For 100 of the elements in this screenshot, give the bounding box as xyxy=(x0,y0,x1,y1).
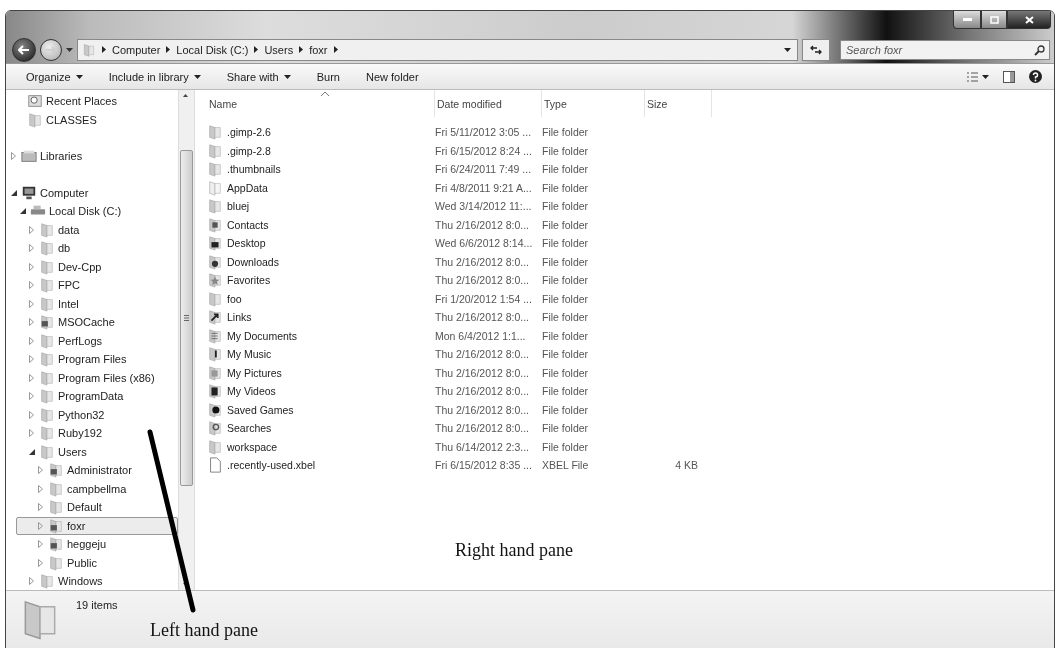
view-options-icon[interactable] xyxy=(967,71,989,82)
tree-item[interactable]: Intel xyxy=(6,294,178,313)
tree-item[interactable]: FPC xyxy=(6,276,178,295)
close-button[interactable] xyxy=(1007,11,1051,29)
file-name[interactable]: My Videos xyxy=(207,382,435,401)
tree-item[interactable]: Default xyxy=(6,498,178,517)
tree-item[interactable]: Computer xyxy=(6,183,178,202)
table-cell-text: Thu 2/16/2012 8:0... xyxy=(435,402,530,418)
file-name[interactable]: AppData xyxy=(207,178,435,197)
tree-item[interactable]: campbellma xyxy=(6,479,178,498)
tree-item[interactable]: CLASSES xyxy=(6,110,178,129)
tree-item[interactable]: db xyxy=(6,239,178,258)
folder-icon xyxy=(39,351,55,368)
toolbar-button[interactable]: Share with xyxy=(226,70,291,83)
collapsed-arrow-icon[interactable] xyxy=(11,152,16,161)
tree-item[interactable]: MSOCache xyxy=(6,313,178,332)
expanded-arrow-icon[interactable] xyxy=(10,189,17,196)
column-header[interactable]: Date modified xyxy=(435,90,542,117)
file-name[interactable]: .gimp-2.8 xyxy=(207,141,435,160)
collapsed-arrow-icon[interactable] xyxy=(29,429,34,438)
file-name[interactable]: foo xyxy=(207,289,435,308)
breadcrumb-arrow-icon[interactable] xyxy=(299,46,304,53)
table-cell-text: File folder xyxy=(542,421,590,437)
refresh-button[interactable] xyxy=(802,38,830,61)
file-name[interactable]: Contacts xyxy=(207,215,435,234)
file-name[interactable]: Desktop xyxy=(207,234,435,253)
tree-item[interactable]: heggeju xyxy=(6,535,178,554)
file-name[interactable]: Saved Games xyxy=(207,400,435,419)
file-name[interactable]: Links xyxy=(207,308,435,327)
file-name[interactable]: Favorites xyxy=(207,271,435,290)
breadcrumb[interactable]: Users xyxy=(264,43,294,56)
maximize-button[interactable] xyxy=(981,11,1007,29)
breadcrumb[interactable]: Computer xyxy=(112,43,161,56)
file-name[interactable]: .recently-used.xbel xyxy=(207,456,435,475)
collapsed-arrow-icon[interactable] xyxy=(29,577,34,586)
table-cell-text: File folder xyxy=(542,384,590,400)
table-cell-text: Fri 6/15/2012 8:24 ... xyxy=(435,143,533,159)
breadcrumb-arrow-icon[interactable] xyxy=(333,46,338,53)
table-cell-text: XBEL File xyxy=(542,458,590,474)
tree-item[interactable]: Administrator xyxy=(6,461,178,480)
tree-item[interactable]: Recent Places xyxy=(6,92,178,111)
tree-item[interactable]: Dev-Cpp xyxy=(6,257,178,276)
tree-item[interactable]: Ruby192 xyxy=(6,424,178,443)
tree-item[interactable]: Python32 xyxy=(6,405,178,424)
column-header[interactable]: Type xyxy=(542,90,645,117)
tree-item[interactable]: Local Disk (C:) xyxy=(6,202,178,221)
preview-pane-icon[interactable] xyxy=(1003,70,1015,83)
file-name[interactable]: My Music xyxy=(207,345,435,364)
file-name[interactable]: workspace xyxy=(207,437,435,456)
minimize-button[interactable] xyxy=(953,11,981,29)
file-name[interactable]: My Documents xyxy=(207,326,435,345)
table-cell-text: Thu 2/16/2012 8:0... xyxy=(435,217,530,233)
folder-icon xyxy=(48,536,64,553)
breadcrumb-arrow-icon[interactable] xyxy=(102,46,106,53)
tree-item[interactable]: Program Files (x86) xyxy=(6,368,178,387)
expanded-arrow-icon[interactable] xyxy=(19,208,26,215)
forward-button[interactable] xyxy=(40,38,62,61)
file-name[interactable]: My Pictures xyxy=(207,363,435,382)
column-header[interactable]: Name xyxy=(207,90,435,117)
address-bar[interactable]: Computer Local Disk (C:) Users foxr xyxy=(77,38,798,61)
tree-item[interactable]: Program Files xyxy=(6,350,178,369)
tree-item[interactable]: Libraries xyxy=(6,147,178,166)
tree-item[interactable]: Windows xyxy=(6,572,178,590)
folder-icon xyxy=(207,253,223,270)
tree-item[interactable]: Users xyxy=(6,442,178,461)
collapsed-arrow-icon[interactable] xyxy=(29,225,34,234)
tree-item[interactable]: foxr xyxy=(16,516,178,535)
tree-item[interactable]: Public xyxy=(6,553,178,572)
scrollbar[interactable] xyxy=(178,90,194,590)
folder-icon xyxy=(207,272,223,289)
file-name[interactable]: .gimp-2.6 xyxy=(207,123,435,142)
file-name[interactable]: .thumbnails xyxy=(207,160,435,179)
breadcrumb-arrow-icon[interactable] xyxy=(166,46,171,53)
back-button[interactable] xyxy=(12,37,36,62)
breadcrumb-arrow-icon[interactable] xyxy=(254,46,259,53)
table-cell-text: File folder xyxy=(542,273,590,289)
tree-item[interactable]: ProgramData xyxy=(6,387,178,406)
history-dropdown-icon[interactable] xyxy=(66,47,73,52)
breadcrumb[interactable]: foxr xyxy=(309,43,328,56)
search-icon[interactable] xyxy=(1034,44,1045,56)
toolbar-button[interactable]: Burn xyxy=(316,70,340,83)
dropdown-icon[interactable] xyxy=(784,47,791,52)
file-name[interactable]: Searches xyxy=(207,419,435,438)
toolbar-button[interactable]: Include in library xyxy=(108,70,201,83)
breadcrumb[interactable]: Local Disk (C:) xyxy=(176,43,249,56)
file-name[interactable]: bluej xyxy=(207,197,435,216)
column-header[interactable]: Size xyxy=(645,90,712,117)
help-icon[interactable] xyxy=(1029,70,1042,83)
expanded-arrow-icon[interactable] xyxy=(28,448,35,455)
tree-item[interactable]: data xyxy=(6,220,178,239)
search-field[interactable]: Search foxr xyxy=(840,39,1050,60)
folder-icon xyxy=(39,240,55,257)
file-name[interactable]: Downloads xyxy=(207,252,435,271)
toolbar-button[interactable]: New folder xyxy=(365,70,419,83)
table-cell-text: Thu 6/14/2012 2:3... xyxy=(435,439,530,455)
scroll-thumb[interactable] xyxy=(180,150,193,486)
toolbar-button[interactable]: Organize xyxy=(26,70,83,83)
folder-icon xyxy=(39,573,55,590)
folder-icon xyxy=(207,309,223,326)
tree-item[interactable]: PerfLogs xyxy=(6,331,178,350)
